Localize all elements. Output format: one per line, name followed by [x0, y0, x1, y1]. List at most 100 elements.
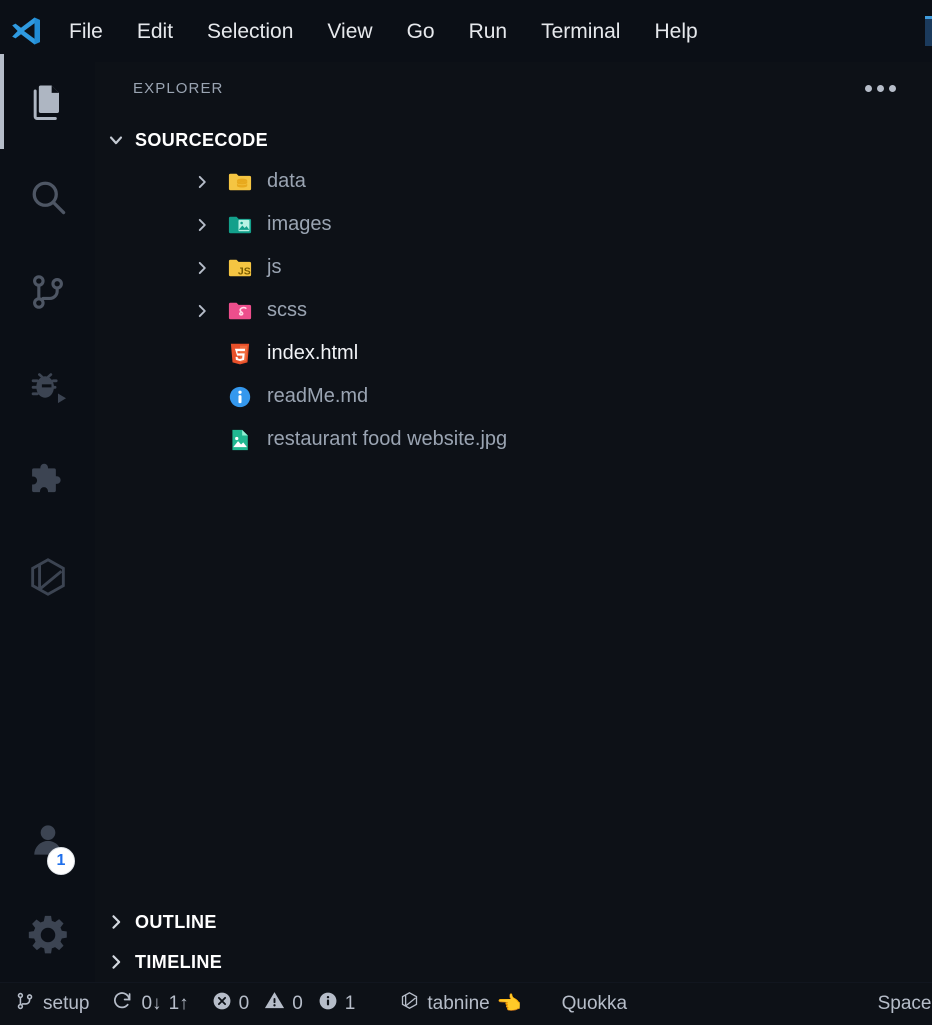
workspace-folder-row[interactable]: SOURCECODE	[95, 120, 932, 160]
html5-icon	[225, 339, 255, 369]
editor-tab-stub[interactable]	[925, 16, 932, 46]
status-tabnine-label: tabnine	[427, 993, 489, 1015]
status-error-count: 0	[239, 993, 250, 1015]
folder-data-icon	[225, 167, 255, 197]
tree-indent-spacer	[191, 343, 213, 365]
chevron-right-icon	[105, 911, 127, 933]
account-button[interactable]: 1	[0, 792, 95, 887]
extensions-icon	[25, 459, 71, 505]
menu-item-help[interactable]: Help	[637, 21, 714, 42]
status-spaces[interactable]: Spaces	[867, 983, 932, 1025]
status-problems[interactable]: 0 0 1	[200, 983, 367, 1025]
tree-indent-spacer	[191, 429, 213, 451]
tree-item-label: scss	[267, 299, 307, 322]
folder-images-icon	[225, 210, 255, 240]
activity-bar-bottom: 1	[0, 792, 95, 982]
explorer-header: EXPLORER	[95, 62, 932, 114]
menu-item-view[interactable]: View	[310, 21, 389, 42]
menu-item-terminal[interactable]: Terminal	[524, 21, 637, 42]
menu-item-selection[interactable]: Selection	[190, 21, 310, 42]
activity-bar: 1	[0, 62, 95, 982]
tree-item-images[interactable]: images	[95, 203, 932, 246]
sidebar-item-run-debug[interactable]	[0, 339, 95, 434]
tree-item-scss[interactable]: scss	[95, 289, 932, 332]
tree-item-label: index.html	[267, 342, 358, 365]
tree-item-label: data	[267, 170, 306, 193]
menu-bar[interactable]: File Edit Selection View Go Run Terminal…	[52, 0, 715, 62]
hexagon-icon	[399, 990, 420, 1017]
source-control-icon	[26, 270, 70, 314]
menu-item-file[interactable]: File	[52, 21, 120, 42]
files-icon	[26, 80, 70, 124]
editor-tab-edge	[914, 0, 932, 62]
markdown-info-icon	[225, 382, 255, 412]
status-sync-down: 0↓	[141, 993, 161, 1015]
section-outline-label: OUTLINE	[135, 912, 217, 933]
sidebar-item-remote-explorer[interactable]	[0, 529, 95, 624]
sidebar-item-extensions[interactable]	[0, 434, 95, 529]
workspace-label: SOURCECODE	[135, 130, 268, 151]
sidebar-item-search[interactable]	[0, 149, 95, 244]
active-indicator	[0, 54, 4, 149]
chevron-right-icon	[191, 214, 213, 236]
status-info-count: 1	[345, 993, 356, 1015]
sync-icon	[111, 989, 134, 1018]
status-branch-label: setup	[43, 993, 89, 1015]
tree-item-label: restaurant food website.jpg	[267, 428, 507, 451]
ellipsis-dot	[865, 85, 872, 92]
search-icon	[26, 175, 70, 219]
status-sync-up: 1↑	[169, 993, 189, 1015]
sidebar-item-source-control[interactable]	[0, 244, 95, 339]
menu-item-go[interactable]: Go	[390, 21, 452, 42]
debug-alt-icon	[25, 364, 71, 410]
folder-js-icon: JS	[225, 253, 255, 283]
page-title: EXPLORER	[133, 80, 859, 97]
tree-item-label: images	[267, 213, 331, 236]
gear-icon	[25, 912, 71, 958]
chevron-right-icon	[191, 257, 213, 279]
tree-item-data[interactable]: data	[95, 160, 932, 203]
account-badge: 1	[47, 847, 75, 875]
status-warning-count: 0	[292, 993, 303, 1015]
ellipsis-icon[interactable]	[859, 79, 902, 98]
status-quokka[interactable]: Quokka	[551, 983, 638, 1025]
tree-item-restaurant-food-website-jpg[interactable]: restaurant food website.jpg	[95, 418, 932, 461]
menu-item-run[interactable]: Run	[452, 21, 525, 42]
file-tree: SOURCECODE data	[95, 114, 932, 461]
tree-item-label: readMe.md	[267, 385, 368, 408]
vscode-logo-icon	[0, 0, 52, 62]
image-file-icon	[225, 425, 255, 455]
error-icon	[211, 990, 233, 1018]
explorer-sidebar: EXPLORER SOURCECODE	[95, 62, 932, 982]
chevron-right-icon	[105, 951, 127, 973]
section-timeline-label: TIMELINE	[135, 952, 222, 973]
status-tabnine[interactable]: tabnine 👈	[388, 983, 532, 1025]
tree-item-readme-md[interactable]: readMe.md	[95, 375, 932, 418]
tree-item-js[interactable]: JS js	[95, 246, 932, 289]
menu-item-edit[interactable]: Edit	[120, 21, 190, 42]
tree-indent-spacer	[191, 386, 213, 408]
svg-text:JS: JS	[238, 265, 251, 277]
status-spaces-label: Spaces	[878, 993, 932, 1015]
title-bar: File Edit Selection View Go Run Terminal…	[0, 0, 932, 62]
tree-item-label: js	[267, 256, 281, 279]
chevron-right-icon	[191, 300, 213, 322]
status-branch[interactable]: setup	[0, 983, 100, 1025]
chevron-down-icon	[105, 129, 127, 151]
settings-button[interactable]	[0, 887, 95, 982]
folder-sass-icon	[225, 296, 255, 326]
section-timeline[interactable]: TIMELINE	[95, 942, 932, 982]
section-outline[interactable]: OUTLINE	[95, 902, 932, 942]
pointing-hand-icon: 👈	[497, 991, 522, 1016]
warning-icon	[263, 989, 286, 1018]
explorer-bottom-sections: OUTLINE TIMELINE	[95, 902, 932, 982]
ellipsis-dot	[877, 85, 884, 92]
status-sync[interactable]: 0↓ 1↑	[100, 983, 199, 1025]
sidebar-item-explorer[interactable]	[0, 54, 95, 149]
info-icon	[317, 990, 339, 1018]
source-control-icon	[14, 990, 36, 1018]
status-bar: setup 0↓ 1↑ 0 0	[0, 982, 932, 1024]
tree-item-index-html[interactable]: index.html	[95, 332, 932, 375]
status-quokka-label: Quokka	[562, 993, 627, 1015]
ellipsis-dot	[889, 85, 896, 92]
